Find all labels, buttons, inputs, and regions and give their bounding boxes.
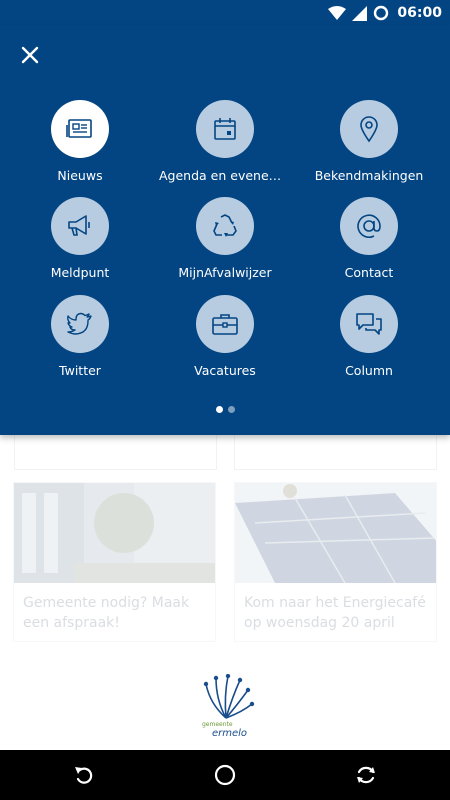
calendar-icon (214, 118, 236, 140)
tile-circle (51, 197, 109, 255)
menu-tile-bekendmakingen[interactable]: Bekendmakingen (297, 100, 441, 190)
tile-label: Column (345, 363, 393, 378)
menu-tile-nieuws[interactable]: Nieuws (8, 100, 152, 190)
menu-tile-agenda[interactable]: Agenda en evenemen... (153, 100, 297, 190)
card-stub (234, 430, 437, 470)
tile-label: Agenda en evenemen... (159, 168, 297, 183)
twitter-icon (67, 312, 92, 335)
menu-tile-twitter[interactable]: Twitter (8, 295, 152, 385)
signal-icon (352, 5, 368, 21)
tile-circle (196, 100, 254, 158)
chat-bubbles-icon (356, 313, 382, 335)
wifi-icon (328, 6, 347, 20)
news-card-image (235, 483, 436, 583)
tile-circle (340, 295, 398, 353)
tile-label: Twitter (59, 363, 101, 378)
home-icon (214, 764, 236, 786)
news-card-title: Gemeente nodig? Maak een afspraak! (23, 595, 190, 631)
menu-tile-column[interactable]: Column (297, 295, 441, 385)
recents-icon (357, 766, 375, 784)
map-pin-icon (360, 116, 378, 143)
tile-circle (340, 100, 398, 158)
status-bar: 06:00 (0, 0, 450, 25)
gemeente-ermelo-logo: gemeente ermelo (196, 673, 256, 740)
news-card[interactable]: Gemeente nodig? Maak een afspraak! (13, 482, 216, 642)
tile-label: Nieuws (57, 168, 103, 183)
megaphone-icon (68, 215, 90, 236)
tile-circle (196, 295, 254, 353)
tile-label: Vacatures (194, 363, 256, 378)
tile-label: Meldpunt (50, 265, 110, 280)
logo-text-line1: gemeente (202, 721, 233, 728)
tile-label: Contact (344, 265, 394, 280)
circle-icon (374, 5, 389, 21)
card-stub (14, 430, 217, 470)
page-indicator (0, 406, 450, 413)
page-dot-2[interactable] (227, 406, 235, 413)
home-button[interactable] (213, 763, 237, 787)
menu-tile-contact[interactable]: Contact (297, 197, 441, 287)
close-icon (21, 46, 39, 64)
newspaper-icon (66, 119, 92, 138)
quick-menu-panel: Nieuws Agenda en evenemen... Bekendmakin… (0, 25, 450, 435)
status-time: 06:00 (397, 5, 442, 21)
back-button[interactable] (72, 763, 96, 787)
recycle-icon (213, 214, 237, 237)
news-card[interactable]: Kom naar het Energiecafé op woensdag 20 … (234, 482, 437, 642)
briefcase-icon (212, 314, 238, 335)
menu-tile-vacatures[interactable]: Vacatures (153, 295, 297, 385)
tile-circle (340, 197, 398, 255)
app-screen: 06:00 Gemeente nodig? Maak een afspraak! (0, 0, 450, 800)
menu-tile-mijnafvalwijzer[interactable]: MijnAfvalwijzer (153, 197, 297, 287)
logo-text-line2: ermelo (212, 728, 247, 739)
tile-label: Bekendmakingen (314, 168, 424, 183)
page-dot-1[interactable] (215, 406, 223, 413)
close-button[interactable] (16, 41, 44, 69)
status-icons: 06:00 (328, 3, 442, 23)
menu-tile-meldpunt[interactable]: Meldpunt (8, 197, 152, 287)
back-icon (75, 767, 93, 784)
news-card-image (14, 483, 215, 583)
tile-label: MijnAfvalwijzer (178, 265, 272, 280)
tile-circle (196, 197, 254, 255)
news-card-title: Kom naar het Energiecafé op woensdag 20 … (244, 595, 426, 631)
tile-circle (51, 295, 109, 353)
recents-button[interactable] (354, 763, 378, 787)
android-nav-bar (0, 750, 450, 800)
at-icon (357, 214, 381, 238)
tile-circle (51, 100, 109, 158)
